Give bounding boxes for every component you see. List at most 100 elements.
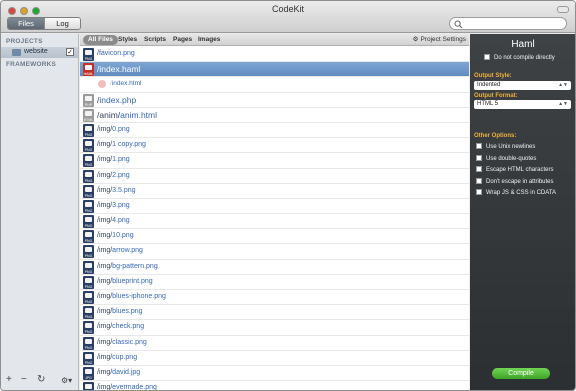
file-row[interactable]: PNG/img/blues.png — [80, 305, 469, 321]
file-type-label: PNG — [84, 224, 93, 229]
file-row[interactable]: PNG/img/2.png — [80, 169, 469, 184]
output-style-label: Output Style: — [474, 73, 512, 79]
file-row[interactable]: PNG/img/10.png — [80, 229, 469, 245]
option-row[interactable]: Use Unix newlines — [476, 143, 535, 150]
file-type-label: PNG — [84, 178, 93, 183]
file-glyph-icon — [85, 338, 92, 344]
file-name: cup.png — [112, 353, 138, 361]
file-name: 4.png — [112, 217, 130, 225]
file-dir: /img/ — [97, 171, 113, 179]
option-row[interactable]: Don't escape in attributes — [476, 177, 554, 185]
filter-images[interactable]: Images — [198, 35, 220, 45]
file-row[interactable]: PNG/img/3.5.png — [80, 184, 469, 199]
file-name: david.jpg — [112, 368, 141, 376]
file-row[interactable]: /index.html — [80, 77, 469, 93]
output-format-select[interactable]: ▲▼ HTML 5 — [474, 100, 571, 109]
option-checkbox[interactable] — [476, 166, 482, 172]
add-project-button[interactable]: + — [6, 374, 12, 385]
file-type-icon: HAML — [83, 63, 94, 77]
file-name: 0.png — [112, 125, 130, 133]
sidebar: PROJECTS website ✓ FRAMEWORKS + − ↻ ⚙▾ — [1, 34, 79, 390]
file-type-icon: PNG — [83, 351, 94, 365]
other-options-label: Other Options: — [474, 133, 517, 139]
file-type-icon: PHP — [83, 93, 94, 107]
gear-menu-button[interactable]: ⚙▾ — [61, 376, 72, 385]
file-path: /img/blues-iphone.png — [97, 293, 166, 300]
option-label: Use double-quotes — [486, 155, 537, 162]
file-row[interactable]: PNG/img/bg-pattern.png — [80, 260, 469, 275]
toolbar-toggle-button[interactable] — [557, 6, 569, 13]
file-path: /img/blueprint.png — [97, 278, 153, 285]
file-row[interactable]: JPG/img/david.jpg — [80, 366, 469, 382]
file-glyph-icon — [85, 384, 92, 390]
file-type-icon: PNG — [83, 48, 94, 61]
file-type-label: PNG — [84, 239, 93, 244]
option-row[interactable]: Escape HTML characters — [476, 166, 553, 173]
search-field[interactable] — [449, 17, 567, 30]
file-row[interactable]: PNG/img/0.png — [80, 123, 469, 139]
file-row[interactable]: PNG/img/blueprint.png — [80, 275, 469, 290]
refresh-button[interactable]: ↻ — [37, 374, 45, 385]
option-checkbox[interactable] — [476, 177, 482, 184]
file-row[interactable]: PNG/img/blues-iphone.png — [80, 290, 469, 306]
file-name: blueprint.png — [112, 277, 153, 285]
file-dir: /img/ — [97, 323, 113, 331]
file-row[interactable]: PNG/img/arrow.png — [80, 244, 469, 260]
file-name: classic.png — [112, 338, 147, 346]
project-enabled-checkbox[interactable]: ✓ — [66, 48, 74, 56]
file-glyph-icon — [85, 293, 92, 298]
filter-styles[interactable]: Styles — [118, 35, 137, 45]
output-style-select[interactable]: ▲▼ Indented — [474, 81, 571, 90]
file-row[interactable]: PNG/img/check.png — [80, 320, 469, 336]
file-name: bg-pattern.png — [112, 262, 158, 270]
file-type-label: PNG — [84, 345, 93, 350]
file-type-icon: PNG — [83, 169, 94, 183]
file-row[interactable]: PNG/img/cup.png — [80, 351, 469, 366]
option-checkbox[interactable] — [476, 189, 482, 195]
filter-scripts[interactable]: Scripts — [144, 35, 166, 45]
file-dir: /img/ — [97, 141, 113, 149]
view-switcher: Files Log — [7, 17, 81, 30]
tab-files[interactable]: Files — [8, 18, 44, 29]
file-glyph-icon — [85, 368, 92, 374]
file-path: /img/evermade.png — [97, 384, 157, 390]
filter-pages[interactable]: Pages — [173, 35, 192, 45]
output-style-value: Indented — [477, 82, 501, 88]
file-row[interactable]: PHP/index.php — [80, 93, 469, 108]
file-glyph-icon — [85, 262, 92, 268]
file-dir: /img/ — [97, 201, 113, 209]
filter-all-files[interactable]: All Files — [83, 35, 118, 45]
file-type-label: PNG — [84, 132, 93, 137]
sidebar-item-website[interactable]: website ✓ — [1, 47, 78, 58]
file-row[interactable]: PNG/img/3.png — [80, 199, 469, 215]
file-glyph-icon — [85, 308, 92, 314]
file-list: PNG/favicon.png HAML/index.haml/index.htm… — [80, 47, 469, 390]
file-row[interactable]: PNG/img/1 copy.png — [80, 138, 469, 154]
file-row[interactable]: PNG/img/4.png — [80, 214, 469, 230]
option-checkbox[interactable] — [476, 143, 482, 149]
file-row[interactable]: PNG/favicon.png — [80, 47, 469, 63]
file-type-icon: PNG — [83, 154, 94, 168]
tab-log[interactable]: Log — [44, 18, 80, 29]
file-row[interactable]: PNG/img/evermade.png — [80, 381, 469, 390]
file-glyph-icon — [85, 217, 92, 223]
option-checkbox[interactable] — [476, 154, 482, 161]
option-row[interactable]: Wrap JS & CSS in CDATA — [476, 189, 556, 196]
file-row[interactable]: PNG/img/1.png — [80, 153, 469, 169]
do-not-compile-checkbox[interactable] — [484, 54, 490, 60]
file-type-label: PNG — [84, 284, 93, 289]
file-path: /anim/anim.html — [97, 110, 157, 120]
file-type-label: PNG — [84, 57, 93, 61]
file-row[interactable]: HTML/anim/anim.html — [80, 108, 469, 123]
file-row[interactable]: HAML/index.haml — [80, 62, 469, 78]
compile-button[interactable]: Compile — [492, 368, 550, 379]
file-glyph-icon — [85, 232, 92, 238]
output-format-label: Output Format: — [474, 93, 518, 99]
file-name: index.php — [99, 94, 137, 105]
file-path: /img/10.png — [97, 232, 134, 239]
file-row[interactable]: PNG/img/classic.png — [80, 336, 469, 351]
do-not-compile-option[interactable]: Do not compile directly — [484, 54, 555, 61]
remove-project-button[interactable]: − — [21, 374, 27, 385]
option-row[interactable]: Use double-quotes — [476, 154, 537, 162]
project-settings-button[interactable]: ⚙ Project Settings — [413, 35, 466, 43]
